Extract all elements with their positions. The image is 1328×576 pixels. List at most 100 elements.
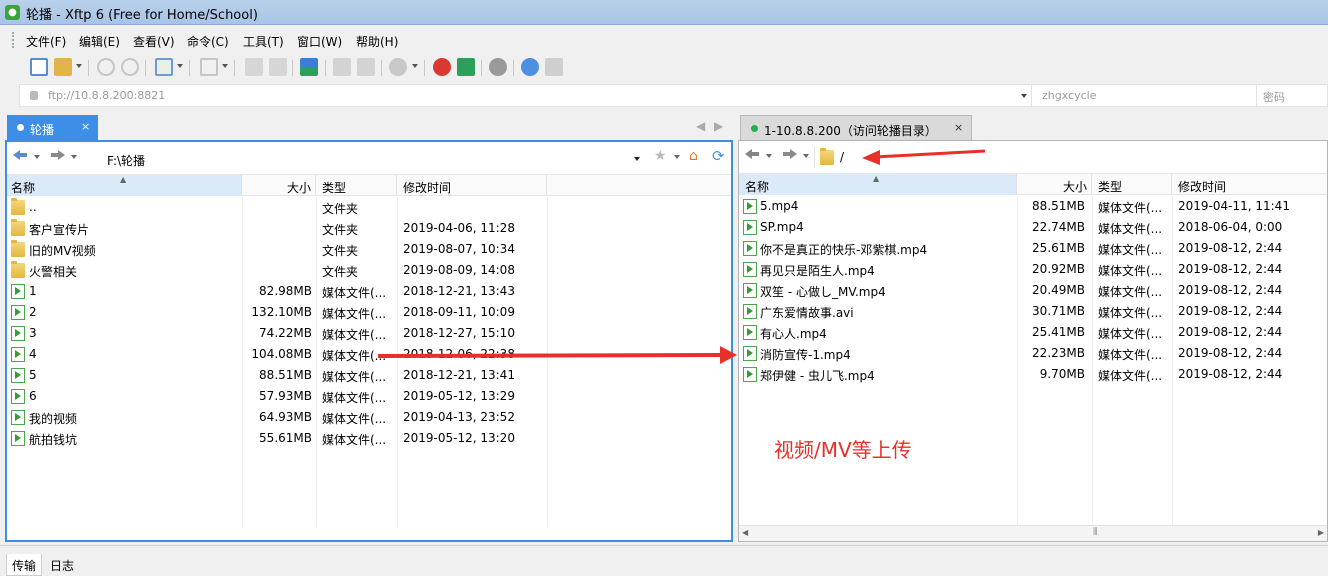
tab-transfers[interactable]: 传输 (6, 554, 42, 576)
new-session-icon[interactable] (30, 58, 48, 76)
chevron-down-icon[interactable] (177, 64, 183, 68)
tab-next-icon[interactable]: ▶ (714, 119, 723, 133)
help-icon[interactable] (521, 58, 539, 76)
file-row[interactable]: .. 文件夹 (7, 197, 731, 218)
back-arrow-icon[interactable] (13, 150, 27, 160)
file-row[interactable]: 2 132.10MB 媒体文件(... 2018-09-11, 10:09 (7, 302, 731, 323)
gear-icon[interactable] (489, 58, 507, 76)
chevron-down-icon[interactable] (634, 157, 640, 161)
title-bar: ● 轮播 - Xftp 6 (Free for Home/School) (0, 0, 1328, 25)
close-icon[interactable]: × (81, 120, 90, 133)
scroll-right-icon[interactable]: ▶ (1318, 528, 1324, 537)
chevron-down-icon[interactable] (412, 64, 418, 68)
column-size[interactable]: 大小 (1017, 174, 1092, 195)
sync-icon[interactable] (155, 58, 173, 76)
forward-arrow-icon[interactable] (783, 149, 797, 159)
column-modified[interactable]: 修改时间 (397, 175, 547, 196)
file-row[interactable]: 郑伊健 - 虫儿飞.mp4 9.70MB 媒体文件(... 2019-08-12, 2… (739, 364, 1327, 385)
menu-view[interactable]: 查看(V) (133, 33, 175, 50)
chevron-down-icon[interactable] (76, 64, 82, 68)
tab-remote-session[interactable]: 1-10.8.8.200（访问轮播目录） × (740, 115, 972, 140)
file-modified: 2018-06-04, 0:00 (1178, 220, 1283, 234)
menu-help[interactable]: 帮助(H) (356, 33, 398, 50)
properties-icon[interactable] (245, 58, 263, 76)
media-file-icon (743, 262, 757, 277)
home-icon[interactable]: ⌂ (689, 148, 698, 164)
remote-path-input[interactable]: / (840, 150, 844, 164)
file-row[interactable]: 5.mp4 88.51MB 媒体文件(... 2019-04-11, 11:41 (739, 196, 1327, 217)
close-icon[interactable]: × (954, 121, 963, 134)
file-row[interactable]: SP.mp4 22.74MB 媒体文件(... 2018-06-04, 0:00 (739, 217, 1327, 238)
file-type: 媒体文件(... (322, 391, 387, 405)
media-file-icon (11, 368, 25, 383)
tab-log[interactable]: 日志 (48, 554, 76, 576)
menu-tools[interactable]: 工具(T) (243, 33, 284, 50)
paste-icon[interactable] (357, 58, 375, 76)
file-row[interactable]: 6 57.93MB 媒体文件(... 2019-05-12, 13:29 (7, 386, 731, 407)
file-row[interactable]: 客户宣传片 文件夹 2019-04-06, 11:28 (7, 218, 731, 239)
file-row[interactable]: 你不是真正的快乐-邓紫棋.mp4 25.61MB 媒体文件(... 2019-08-1… (739, 238, 1327, 259)
chevron-down-icon[interactable] (71, 155, 77, 159)
file-row[interactable]: 广东爱情故事.avi 30.71MB 媒体文件(... 2019-08-12, 2:4… (739, 301, 1327, 322)
file-type: 媒体文件(... (1098, 285, 1163, 299)
column-name[interactable]: 名称 ▲ (7, 175, 242, 196)
password-input[interactable]: 密码 (1256, 85, 1328, 106)
chevron-down-icon[interactable] (766, 154, 772, 158)
scroll-left-icon[interactable]: ◀ (742, 528, 748, 537)
file-row[interactable]: 我的视频 64.93MB 媒体文件(... 2019-04-13, 23:52 (7, 407, 731, 428)
file-row[interactable]: 消防宣传-1.mp4 22.23MB 媒体文件(... 2019-08-12, 2:4… (739, 343, 1327, 364)
file-row[interactable]: 旧的MV视频 文件夹 2019-08-07, 10:34 (7, 239, 731, 260)
link-icon[interactable] (97, 58, 115, 76)
document-icon[interactable] (269, 58, 287, 76)
file-row[interactable]: 有心人.mp4 25.41MB 媒体文件(... 2019-08-12, 2:44 (739, 322, 1327, 343)
refresh-icon[interactable]: ⟳ (712, 147, 725, 165)
column-name[interactable]: 名称 ▲ (739, 174, 1017, 195)
menu-edit[interactable]: 编辑(E) (79, 33, 120, 50)
horizontal-scrollbar[interactable]: ◀ ⦀ ▶ (739, 525, 1327, 541)
file-row[interactable]: 5 88.51MB 媒体文件(... 2018-12-21, 13:41 (7, 365, 731, 386)
file-type: 媒体文件(... (322, 307, 387, 321)
file-row[interactable]: 双笙 - 心做し_MV.mp4 20.49MB 媒体文件(... 2019-08-12… (739, 280, 1327, 301)
remote-path-box[interactable]: / (814, 146, 1327, 168)
tab-prev-icon[interactable]: ◀ (696, 119, 705, 133)
forward-arrow-icon[interactable] (51, 150, 65, 160)
star-icon[interactable]: ★ (654, 148, 667, 164)
username-input[interactable]: zhgxcycle (1031, 85, 1256, 106)
column-modified[interactable]: 修改时间 (1172, 174, 1327, 195)
local-path-input[interactable]: F:\轮播 (107, 152, 145, 169)
terminal-icon[interactable] (200, 58, 218, 76)
menu-file[interactable]: 文件(F) (26, 33, 66, 50)
column-size[interactable]: 大小 (242, 175, 316, 196)
copy-icon[interactable] (333, 58, 351, 76)
chat-icon[interactable] (545, 58, 563, 76)
file-type: 媒体文件(... (322, 328, 387, 342)
back-arrow-icon[interactable] (745, 149, 759, 159)
netsarang-icon[interactable] (433, 58, 451, 76)
unlink-icon[interactable] (121, 58, 139, 76)
globe-icon[interactable] (389, 58, 407, 76)
menu-window[interactable]: 窗口(W) (297, 33, 342, 50)
file-row[interactable]: 3 74.22MB 媒体文件(... 2018-12-27, 15:10 (7, 323, 731, 344)
chevron-down-icon[interactable] (222, 64, 228, 68)
open-folder-icon[interactable] (54, 58, 72, 76)
local-path-box[interactable]: F:\轮播 (89, 147, 647, 169)
chevron-down-icon[interactable] (803, 154, 809, 158)
transfer-icon[interactable] (300, 58, 318, 76)
host-input[interactable]: ftp://10.8.8.200:8821 (48, 89, 165, 102)
chevron-down-icon[interactable] (34, 155, 40, 159)
chevron-down-icon[interactable] (674, 155, 680, 159)
file-row[interactable]: 火警相关 文件夹 2019-08-09, 14:08 (7, 260, 731, 281)
file-row[interactable]: 航拍钱坑 55.61MB 媒体文件(... 2019-05-12, 13:20 (7, 428, 731, 449)
file-row[interactable]: 4 104.08MB 媒体文件(... 2018-12-06, 22:38 (7, 344, 731, 365)
menu-command[interactable]: 命令(C) (187, 33, 229, 50)
chevron-down-icon[interactable] (1021, 94, 1027, 98)
scroll-grip[interactable]: ⦀ (1093, 527, 1097, 538)
file-modified: 2019-04-06, 11:28 (403, 221, 515, 235)
column-type[interactable]: 类型 (316, 175, 397, 196)
remote-nav-bar: / (739, 141, 1327, 171)
column-type[interactable]: 类型 (1092, 174, 1172, 195)
file-row[interactable]: 1 82.98MB 媒体文件(... 2018-12-21, 13:43 (7, 281, 731, 302)
xftp-icon[interactable] (457, 58, 475, 76)
tab-local-lunbo[interactable]: 轮播 × (7, 115, 98, 140)
file-row[interactable]: 再见只是陌生人.mp4 20.92MB 媒体文件(... 2019-08-12, 2:… (739, 259, 1327, 280)
